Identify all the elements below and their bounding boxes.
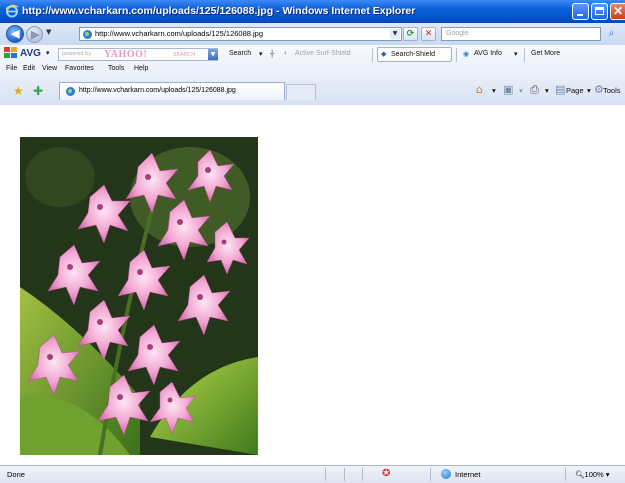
- search-shield-button[interactable]: ◆ Search-Shield: [377, 47, 452, 62]
- tab-label: http://www.vcharkarn.com/uploads/125/126…: [79, 87, 236, 94]
- status-divider: [565, 468, 566, 481]
- menu-edit[interactable]: Edit: [23, 65, 35, 72]
- avg-search-button[interactable]: Search: [229, 50, 251, 57]
- menu-help[interactable]: Help: [134, 65, 148, 72]
- surf-shield-icon: ◐: [284, 50, 289, 57]
- home-dropdown-icon[interactable]: ▾: [492, 86, 496, 95]
- address-dropdown-icon[interactable]: ▼: [390, 29, 400, 39]
- avg-logo-icon: [4, 47, 18, 59]
- menu-file[interactable]: File: [6, 65, 17, 72]
- status-divider: [362, 468, 363, 481]
- menu-view[interactable]: View: [42, 65, 57, 72]
- protected-mode-icon: ✪: [382, 468, 391, 479]
- search-input[interactable]: Google: [441, 27, 601, 41]
- yahoo-search-input[interactable]: powered by YAHOO! SEARCH: [58, 48, 218, 61]
- menu-tools[interactable]: Tools: [108, 65, 124, 72]
- search-shield-label: Search-Shield: [391, 51, 435, 58]
- new-tab-button[interactable]: [286, 84, 316, 100]
- avg-info-icon: ◉: [463, 51, 470, 58]
- avg-info-dropdown-icon[interactable]: ▾: [514, 50, 518, 58]
- address-url: http://www.vcharkarn.com/uploads/125/126…: [95, 29, 264, 38]
- status-text: Done: [7, 470, 25, 479]
- stop-button[interactable]: ✕: [421, 27, 436, 41]
- search-shield-icon: ◆: [381, 51, 387, 58]
- orchid-photo: [20, 137, 258, 455]
- back-arrow-icon: ◀: [11, 28, 20, 40]
- add-to-favorites-icon[interactable]: ✚: [33, 84, 43, 98]
- site-favicon-icon: [83, 30, 92, 39]
- recent-pages-dropdown[interactable]: ▼: [46, 28, 51, 36]
- stop-icon: ✕: [424, 29, 433, 39]
- yahoo-logo: YAHOO!: [104, 49, 148, 60]
- address-field[interactable]: http://www.vcharkarn.com/uploads/125/126…: [79, 27, 402, 41]
- status-divider: [344, 468, 345, 481]
- tab-favicon-icon: [66, 87, 75, 96]
- page-content: [0, 105, 625, 465]
- page-icon: ▤: [555, 83, 566, 96]
- print-icon[interactable]: ⎙: [530, 83, 539, 97]
- close-icon: ✕: [613, 4, 624, 18]
- page-dropdown-icon[interactable]: ▾: [587, 86, 591, 95]
- yahoo-search-label: SEARCH: [173, 52, 196, 58]
- zoom-icon: 🔍︎: [575, 470, 585, 479]
- zoom-value: 100%: [584, 470, 604, 479]
- menu-favorites[interactable]: Favorites: [65, 65, 94, 72]
- minimize-icon: [577, 14, 583, 16]
- close-button[interactable]: ✕: [610, 3, 625, 20]
- toolbar-divider: [456, 48, 457, 62]
- tab-bar: ★ ✚ http://www.vcharkarn.com/uploads/125…: [0, 77, 625, 106]
- avg-toolbar: AVG ▾ powered by YAHOO! SEARCH ▼ Search …: [0, 45, 625, 78]
- avg-info-button[interactable]: AVG Info: [474, 50, 502, 57]
- yahoo-prefix: powered by: [62, 51, 92, 57]
- security-zone[interactable]: Internet: [455, 470, 480, 479]
- status-bar: Done ✪ Internet 🔍︎100% ▾: [0, 465, 625, 483]
- pin-icon: ╋: [270, 51, 275, 58]
- feeds-icon[interactable]: ▣: [503, 83, 513, 96]
- feeds-dropdown-icon[interactable]: ▾: [519, 86, 523, 95]
- avg-brand[interactable]: AVG: [20, 48, 41, 59]
- home-icon[interactable]: ⌂: [476, 83, 483, 96]
- internet-zone-icon: [441, 469, 451, 479]
- search-options-dropdown-icon[interactable]: ▾: [259, 50, 263, 58]
- forward-arrow-icon: ▶: [31, 29, 40, 41]
- page-menu-button[interactable]: Page: [566, 86, 584, 95]
- search-placeholder: Google: [446, 30, 469, 37]
- print-dropdown-icon[interactable]: ▾: [545, 86, 549, 95]
- zoom-level[interactable]: 🔍︎100% ▾: [575, 470, 610, 479]
- tools-menu-button[interactable]: Tools: [603, 86, 621, 95]
- minimize-button[interactable]: [572, 3, 589, 20]
- search-icon: ⌕: [608, 28, 615, 39]
- address-row: ◀ ▶ ▼ http://www.vcharkarn.com/uploads/1…: [0, 23, 625, 45]
- toolbar-divider: [524, 48, 525, 62]
- internet-explorer-icon: [5, 4, 19, 18]
- forward-button[interactable]: ▶: [26, 26, 43, 43]
- favorites-center-icon[interactable]: ★: [13, 84, 24, 98]
- active-surf-shield-button[interactable]: Active Surf-Shield: [295, 50, 351, 57]
- orchid-image: [20, 137, 258, 455]
- status-divider: [325, 468, 326, 481]
- tab-current[interactable]: http://www.vcharkarn.com/uploads/125/126…: [59, 82, 285, 100]
- maximize-icon: [595, 7, 604, 15]
- get-more-button[interactable]: Get More: [531, 50, 560, 57]
- toolbar-divider: [372, 48, 373, 62]
- yahoo-dropdown-button[interactable]: ▼: [208, 49, 218, 60]
- maximize-button[interactable]: [591, 3, 608, 20]
- avg-menu-dropdown-icon[interactable]: ▾: [46, 49, 50, 57]
- window-title: http://www.vcharkarn.com/uploads/125/126…: [22, 5, 416, 17]
- status-divider: [430, 468, 431, 481]
- refresh-icon: ⟳: [406, 29, 415, 39]
- title-bar: http://www.vcharkarn.com/uploads/125/126…: [0, 0, 625, 23]
- search-button[interactable]: ⌕: [604, 27, 619, 41]
- refresh-button[interactable]: ⟳: [403, 27, 418, 41]
- back-button[interactable]: ◀: [6, 25, 24, 43]
